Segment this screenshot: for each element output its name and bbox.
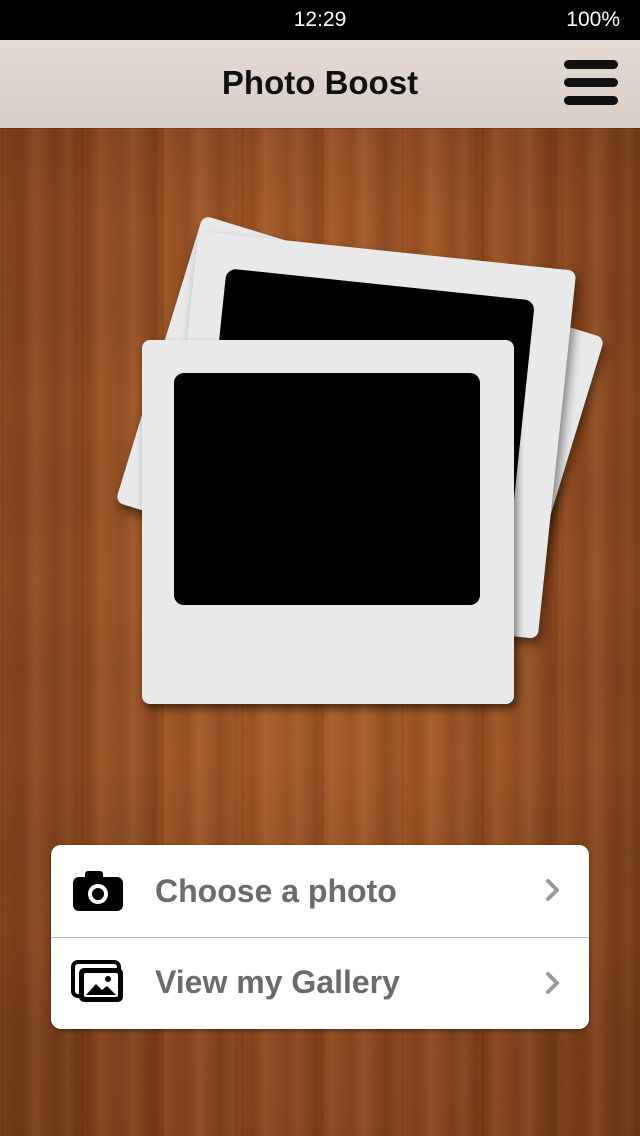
hamburger-menu-icon[interactable] xyxy=(558,58,620,108)
page-title: Photo Boost xyxy=(221,64,419,101)
choose-photo-label: Choose a photo xyxy=(155,873,397,909)
view-gallery-button[interactable]: View my Gallery xyxy=(51,937,589,1029)
battery-level: 100% xyxy=(566,8,620,31)
status-time: 12:29 xyxy=(293,8,347,31)
chevron-right-icon xyxy=(546,879,559,901)
view-gallery-label: View my Gallery xyxy=(155,964,400,1000)
chevron-right-icon xyxy=(546,972,559,994)
gallery-icon xyxy=(71,960,123,1002)
choose-photo-button[interactable]: Choose a photo xyxy=(51,845,589,937)
status-bar: 12:29 100% xyxy=(0,0,640,40)
nav-bar: Photo Boost xyxy=(0,40,640,128)
action-list: Choose a photo View my Gallery xyxy=(51,845,589,1029)
camera-icon xyxy=(73,871,123,911)
